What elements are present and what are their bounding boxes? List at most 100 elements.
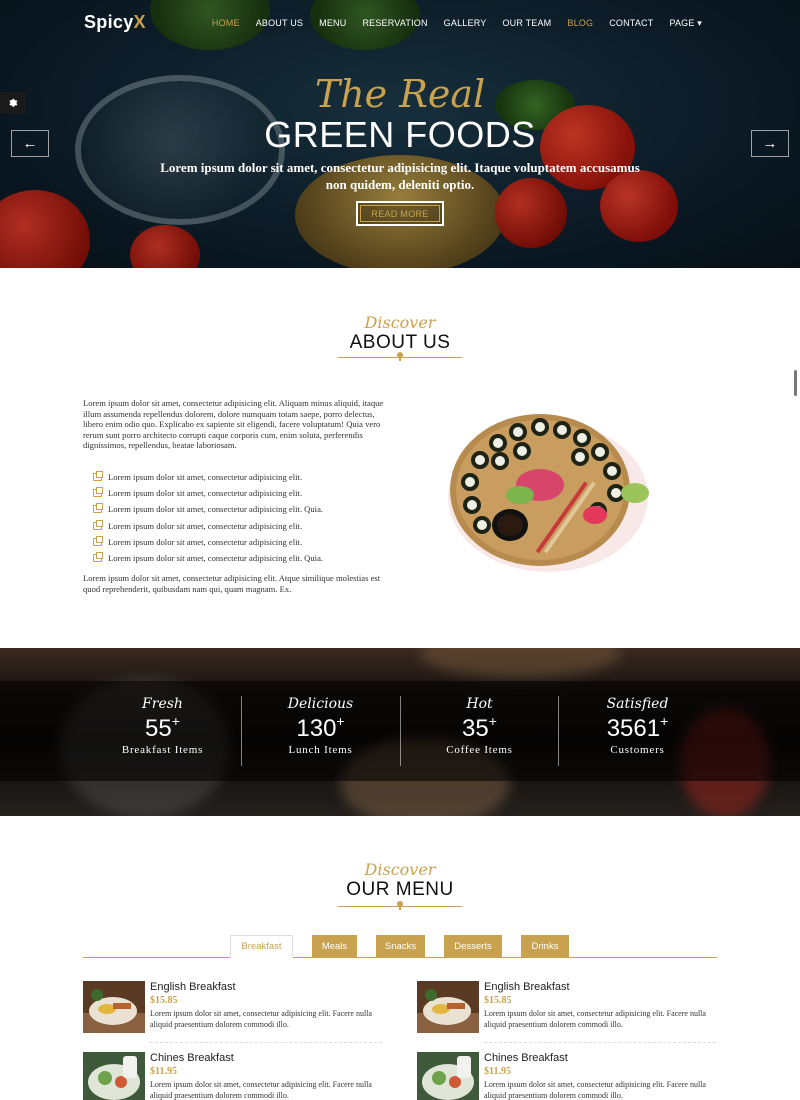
- stat-value: 55+: [83, 713, 242, 743]
- menu-item-name: Chines Breakfast: [484, 1052, 568, 1064]
- nav-contact[interactable]: CONTACT: [601, 18, 661, 29]
- menu-tabs-underline: [83, 957, 717, 958]
- list-item: Lorem ipsum dolor sit amet, consectetur …: [93, 485, 393, 501]
- list-item-text: Lorem ipsum dolor sit amet, consectetur …: [108, 472, 303, 483]
- list-item-text: Lorem ipsum dolor sit amet, consectetur …: [108, 488, 303, 499]
- stat-value: 35+: [400, 713, 559, 743]
- stat-script: Fresh: [142, 696, 183, 712]
- logo-text: Spicy: [84, 12, 134, 32]
- menu-discover-label: Discover: [364, 860, 436, 879]
- copy-icon: [93, 487, 103, 498]
- about-title: ABOUT US: [349, 332, 451, 353]
- list-item-text: Lorem ipsum dolor sit amet, consectetur …: [108, 504, 324, 515]
- list-item-text: Lorem ipsum dolor sit amet, consectetur …: [108, 520, 303, 531]
- hero-script-heading: The Real: [314, 72, 486, 116]
- tab-meals[interactable]: Meals: [312, 935, 357, 957]
- menu-item-price: $11.95: [484, 1066, 511, 1077]
- stat-number: 130: [296, 715, 337, 742]
- scrollbar-thumb[interactable]: [794, 370, 797, 396]
- about-outro-text: Lorem ipsum dolor sit amet, consectetur …: [83, 573, 381, 594]
- menu-item-image: [417, 981, 479, 1033]
- nav-blog[interactable]: BLOG: [559, 18, 601, 29]
- stat-plus: +: [171, 713, 180, 729]
- list-item-text: Lorem ipsum dolor sit amet, consectetur …: [108, 553, 324, 564]
- stat-coffee: Hot 35+ Coffee Items: [400, 696, 559, 756]
- divider-ornament-icon: [397, 352, 403, 361]
- site-logo[interactable]: SpicyX: [84, 12, 146, 33]
- copy-icon: [93, 519, 103, 530]
- menu-item-price: $15.85: [484, 995, 512, 1006]
- nav-home[interactable]: HOME: [204, 18, 248, 29]
- tab-drinks[interactable]: Drinks: [521, 935, 569, 957]
- menu-item-separator: [484, 1042, 716, 1043]
- tab-desserts[interactable]: Desserts: [444, 935, 502, 957]
- copy-icon: [93, 552, 103, 563]
- stats-section: Fresh 55+ Breakfast Items Delicious 130+…: [0, 648, 800, 816]
- nav-gallery[interactable]: GALLERY: [436, 18, 495, 29]
- nav-page-dropdown[interactable]: PAGE ▾: [661, 18, 710, 29]
- stat-customers: Satisfied 3561+ Customers: [558, 696, 717, 756]
- copy-icon: [93, 471, 103, 482]
- menu-item-description: Lorem ipsum dolor sit amet, consectetur …: [150, 1080, 372, 1100]
- stat-breakfast: Fresh 55+ Breakfast Items: [83, 696, 242, 756]
- stat-value: 3561+: [558, 713, 717, 743]
- copy-icon: [93, 503, 103, 514]
- about-discover-label: Discover: [364, 313, 436, 332]
- nav-about-us[interactable]: ABOUT US: [248, 18, 311, 29]
- main-nav: HOME ABOUT US MENU RESERVATION GALLERY O…: [204, 18, 710, 29]
- stat-script: Satisfied: [606, 696, 669, 712]
- stat-number: 35: [462, 715, 489, 742]
- stat-plus: +: [336, 713, 345, 729]
- menu-item-description: Lorem ipsum dolor sit amet, consectetur …: [484, 1009, 706, 1029]
- stat-value: 130+: [241, 713, 400, 743]
- stat-label: Lunch Items: [288, 744, 353, 756]
- list-item: Lorem ipsum dolor sit amet, consectetur …: [93, 550, 393, 566]
- menu-item-name: English Breakfast: [484, 981, 570, 993]
- about-intro-text: Lorem ipsum dolor sit amet, consectetur …: [83, 398, 384, 451]
- stat-label: Breakfast Items: [121, 744, 204, 756]
- tab-breakfast[interactable]: Breakfast: [230, 935, 293, 958]
- menu-item[interactable]: English Breakfast $15.85 Lorem ipsum dol…: [83, 981, 383, 1033]
- menu-item[interactable]: English Breakfast $15.85 Lorem ipsum dol…: [417, 981, 717, 1033]
- menu-title: OUR MENU: [346, 879, 454, 900]
- divider-ornament-icon: [397, 901, 403, 910]
- menu-item-separator: [150, 1042, 382, 1043]
- menu-item-description: Lorem ipsum dolor sit amet, consectetur …: [150, 1009, 372, 1029]
- nav-our-team[interactable]: OUR TEAM: [494, 18, 559, 29]
- list-item: Lorem ipsum dolor sit amet, consectetur …: [93, 534, 393, 550]
- menu-item-name: English Breakfast: [150, 981, 236, 993]
- stat-plus: +: [488, 713, 497, 729]
- stat-number: 55: [145, 715, 172, 742]
- menu-item-image: [417, 1052, 479, 1100]
- copy-icon: [93, 535, 103, 546]
- menu-item-description: Lorem ipsum dolor sit amet, consectetur …: [484, 1080, 706, 1100]
- logo-accent: X: [133, 12, 146, 32]
- menu-item-price: $15.85: [150, 995, 178, 1006]
- hero-subtitle: Lorem ipsum dolor sit amet, consectetur …: [160, 160, 640, 192]
- stat-script: Delicious: [287, 696, 354, 712]
- nav-menu[interactable]: MENU: [311, 18, 354, 29]
- stat-label: Customers: [610, 744, 665, 756]
- stat-label: Coffee Items: [446, 744, 513, 756]
- list-item-text: Lorem ipsum dolor sit amet, consectetur …: [108, 536, 303, 547]
- menu-item[interactable]: Chines Breakfast $11.95 Lorem ipsum dolo…: [83, 1052, 383, 1100]
- menu-item[interactable]: Chines Breakfast $11.95 Lorem ipsum dolo…: [417, 1052, 717, 1100]
- nav-reservation[interactable]: RESERVATION: [354, 18, 435, 29]
- stat-lunch: Delicious 130+ Lunch Items: [241, 696, 400, 756]
- stat-number: 3561: [606, 715, 661, 742]
- tab-snacks[interactable]: Snacks: [376, 935, 425, 957]
- stat-script: Hot: [466, 696, 493, 712]
- stat-plus: +: [660, 713, 669, 729]
- stats-bg-decoration: [420, 648, 620, 678]
- list-item: Lorem ipsum dolor sit amet, consectetur …: [93, 469, 393, 485]
- list-item: Lorem ipsum dolor sit amet, consectetur …: [93, 501, 393, 517]
- menu-item-image: [83, 981, 145, 1033]
- read-more-button[interactable]: READ MORE: [356, 201, 444, 226]
- list-item: Lorem ipsum dolor sit amet, consectetur …: [93, 518, 393, 534]
- menu-item-name: Chines Breakfast: [150, 1052, 234, 1064]
- sushi-platter-image: [448, 414, 649, 572]
- menu-item-price: $11.95: [150, 1066, 177, 1077]
- about-feature-list: Lorem ipsum dolor sit amet, consectetur …: [93, 469, 393, 566]
- hero-slider: SpicyX HOME ABOUT US MENU RESERVATION GA…: [0, 0, 800, 268]
- hero-title: GREEN FOODS: [264, 114, 536, 155]
